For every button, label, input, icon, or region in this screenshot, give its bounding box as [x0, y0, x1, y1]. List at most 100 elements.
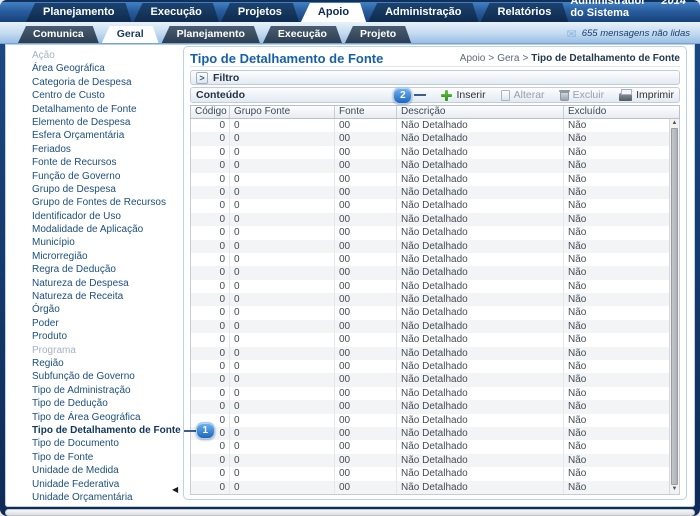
sidebar-item-natureza-de-despesa[interactable]: Natureza de Despesa — [32, 277, 181, 290]
table-row[interactable]: 0000Não DetalhadoNão — [191, 199, 669, 212]
table-row[interactable]: 0000Não DetalhadoNão — [191, 320, 669, 333]
sidebar-item-orgao[interactable]: Órgão — [32, 303, 181, 316]
column-header-fonte[interactable]: Fonte — [335, 106, 397, 118]
secondary-tab-execucao[interactable]: Execução — [263, 26, 342, 43]
table-row[interactable]: 0000Não DetalhadoNão — [191, 427, 669, 440]
table-row[interactable]: 0000Não DetalhadoNão — [191, 467, 669, 480]
column-header-descricao[interactable]: Descrição — [397, 106, 564, 118]
grid-header-spacer — [669, 106, 679, 118]
sidebar-item-funcao-de-governo[interactable]: Função de Governo — [32, 170, 181, 183]
sidebar-item-fonte-de-recursos[interactable]: Fonte de Recursos — [32, 156, 181, 169]
table-row[interactable]: 0000Não DetalhadoNão — [191, 481, 669, 494]
sidebar-item-tipo-de-area-geografica[interactable]: Tipo de Área Geográfica — [32, 411, 181, 424]
inserir-button[interactable]: Inserir — [441, 89, 485, 101]
sidebar-item-regiao[interactable]: Região — [32, 357, 181, 370]
table-row[interactable]: 0000Não DetalhadoNão — [191, 213, 669, 226]
toolbar-button-label: Excluir — [573, 89, 605, 101]
table-row[interactable]: 0000Não DetalhadoNão — [191, 132, 669, 145]
sidebar-item-area-geografica[interactable]: Área Geográfica — [32, 62, 181, 75]
primary-tab-projetos[interactable]: Projetos — [221, 3, 299, 22]
sidebar-item-grupo-de-fontes-de-recursos[interactable]: Grupo de Fontes de Recursos — [32, 196, 181, 209]
sidebar-item-unidade-orcamentaria[interactable]: Unidade Orçamentária — [32, 491, 181, 504]
table-row[interactable]: 0000Não DetalhadoNão — [191, 400, 669, 413]
sidebar-item-tipo-de-administracao[interactable]: Tipo de Administração — [32, 384, 181, 397]
table-row[interactable]: 0000Não DetalhadoNão — [191, 226, 669, 239]
table-row[interactable]: 0000Não DetalhadoNão — [191, 159, 669, 172]
sidebar-item-identificador-de-uso[interactable]: Identificador de Uso — [32, 210, 181, 223]
scroll-up-icon[interactable]: ▲ — [670, 119, 679, 128]
table-row[interactable]: 0000Não DetalhadoNão — [191, 373, 669, 386]
expand-filter-button[interactable]: > — [196, 72, 208, 84]
sidebar-item-label: Produto — [32, 331, 67, 342]
scroll-down-icon[interactable]: ▼ — [670, 485, 679, 494]
breadcrumb-apoio[interactable]: Apoio — [460, 53, 486, 64]
table-row[interactable]: 0000Não DetalhadoNão — [191, 454, 669, 467]
sidebar-item-elemento-de-despesa[interactable]: Elemento de Despesa — [32, 116, 181, 129]
secondary-tab-planejamento[interactable]: Planejamento — [162, 26, 260, 43]
table-row[interactable]: 0000Não DetalhadoNão — [191, 440, 669, 453]
table-cell: Não — [564, 414, 669, 427]
table-row[interactable]: 0000Não DetalhadoNão — [191, 173, 669, 186]
column-header-grupo-fonte[interactable]: Grupo Fonte — [230, 106, 335, 118]
sidebar-item-esfera-orcamentaria[interactable]: Esfera Orçamentária — [32, 129, 181, 142]
sidebar-item-feriados[interactable]: Feriados — [32, 143, 181, 156]
sidebar-item-tipo-de-documento[interactable]: Tipo de Documento — [32, 437, 181, 450]
sidebar-item-microrregiao[interactable]: Microrregião — [32, 250, 181, 263]
sidebar-item-municipio[interactable]: Município — [32, 236, 181, 249]
sidebar-item-categoria-de-despesa[interactable]: Categoria de Despesa — [32, 76, 181, 89]
table-row[interactable]: 0000Não DetalhadoNão — [191, 414, 669, 427]
sidebar-item-tipo-de-deducao[interactable]: Tipo de Dedução — [32, 397, 181, 410]
sidebar-item-centro-de-custo[interactable]: Centro de Custo — [32, 89, 181, 102]
column-header-excluido[interactable]: Excluído — [564, 106, 669, 118]
scrollbar-thumb[interactable] — [671, 128, 678, 485]
sidebar-item-modalidade-de-aplicacao[interactable]: Modalidade de Aplicação — [32, 223, 181, 236]
table-cell: 0 — [230, 280, 335, 293]
sidebar-item-produto[interactable]: Produto — [32, 330, 181, 343]
table-cell: 00 — [335, 387, 397, 400]
table-row[interactable]: 0000Não DetalhadoNão — [191, 253, 669, 266]
table-cell: 0 — [230, 467, 335, 480]
table-cell: 0 — [230, 253, 335, 266]
table-row[interactable]: 0000Não DetalhadoNão — [191, 146, 669, 159]
secondary-tab-geral[interactable]: Geral — [102, 26, 159, 43]
grid-toolbar: 2 InserirAlterarExcluirImprimir — [393, 87, 674, 104]
table-row[interactable]: 0000Não DetalhadoNão — [191, 280, 669, 293]
sidebar-collapse-icon[interactable]: ◀ — [172, 485, 178, 494]
excluir-button[interactable]: Excluir — [560, 89, 605, 101]
sidebar-item-detalhamento-de-fonte[interactable]: Detalhamento de Fonte — [32, 103, 181, 116]
secondary-tab-comunica[interactable]: Comunica — [18, 26, 99, 43]
sidebar-item-tipo-de-detalhamento-de-fonte[interactable]: Tipo de Detalhamento de Fonte1 — [32, 424, 181, 437]
table-row[interactable]: 0000Não DetalhadoNão — [191, 360, 669, 373]
table-row[interactable]: 0000Não DetalhadoNão — [191, 293, 669, 306]
sidebar-item-tipo-de-fonte[interactable]: Tipo de Fonte — [32, 451, 181, 464]
envelope-icon[interactable]: ✉ — [567, 29, 577, 39]
table-row[interactable]: 0000Não DetalhadoNão — [191, 119, 669, 132]
sidebar-item-regra-de-deducao[interactable]: Regra de Dedução — [32, 263, 181, 276]
vertical-scrollbar[interactable]: ▲ ▼ — [669, 119, 679, 494]
primary-tab-execucao[interactable]: Execução — [134, 3, 219, 22]
sidebar-item-unidade-federativa[interactable]: Unidade Federativa — [32, 478, 181, 491]
alterar-button[interactable]: Alterar — [501, 89, 545, 101]
secondary-tab-projeto[interactable]: Projeto — [345, 26, 411, 43]
sidebar-item-subfuncao-de-governo[interactable]: Subfunção de Governo — [32, 370, 181, 383]
primary-tab-apoio[interactable]: Apoio — [301, 3, 366, 22]
table-row[interactable]: 0000Não DetalhadoNão — [191, 333, 669, 346]
table-row[interactable]: 0000Não DetalhadoNão — [191, 266, 669, 279]
table-row[interactable]: 0000Não DetalhadoNão — [191, 387, 669, 400]
primary-tab-administracao[interactable]: Administração — [368, 3, 478, 22]
table-row[interactable]: 0000Não DetalhadoNão — [191, 186, 669, 199]
primary-tab-relatorios[interactable]: Relatórios — [481, 3, 569, 22]
toolbar-button-label: Alterar — [514, 89, 545, 101]
table-row[interactable]: 0000Não DetalhadoNão — [191, 240, 669, 253]
sidebar-item-poder[interactable]: Poder — [32, 317, 181, 330]
unread-messages-link[interactable]: 655 mensagens não lidas — [582, 28, 690, 39]
breadcrumb-gera[interactable]: Gera — [497, 53, 519, 64]
primary-tab-planejamento[interactable]: Planejamento — [26, 3, 132, 22]
table-row[interactable]: 0000Não DetalhadoNão — [191, 306, 669, 319]
sidebar-item-natureza-de-receita[interactable]: Natureza de Receita — [32, 290, 181, 303]
imprimir-button[interactable]: Imprimir — [619, 89, 674, 101]
table-row[interactable]: 0000Não DetalhadoNão — [191, 347, 669, 360]
sidebar-item-grupo-de-despesa[interactable]: Grupo de Despesa — [32, 183, 181, 196]
column-header-codigo[interactable]: Código — [191, 106, 230, 118]
sidebar-item-unidade-de-medida[interactable]: Unidade de Medida — [32, 464, 181, 477]
